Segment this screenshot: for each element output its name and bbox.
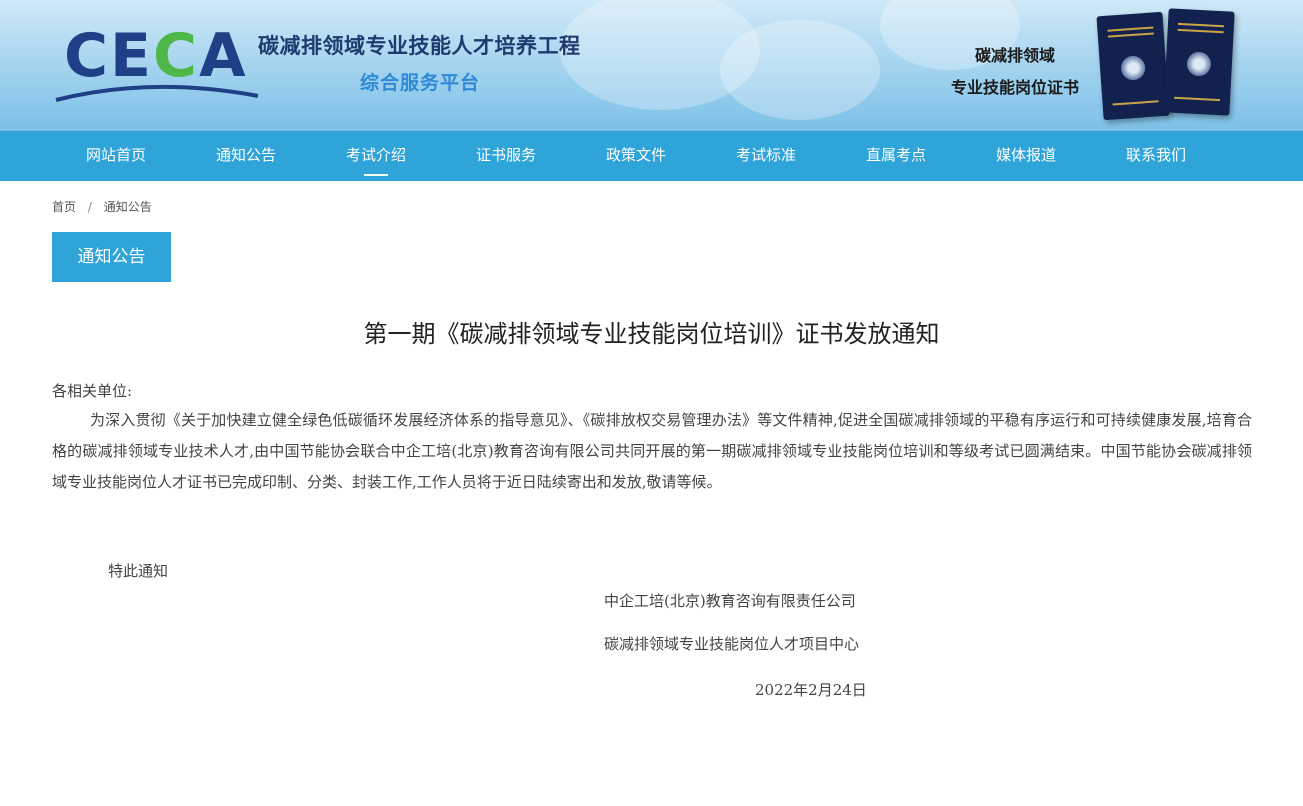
certificate-label-line2: 专业技能岗位证书 (950, 78, 1079, 97)
article-body: 为深入贯彻《关于加快建立健全绿色低碳循环发展经济体系的指导意见》、《碳排放权交易… (52, 411, 1252, 491)
nav-item-exam-standards[interactable]: 考试标准 (711, 131, 821, 181)
certificate-label-line1: 碳减排领域 (974, 46, 1055, 65)
certificate-books-image (1096, 8, 1240, 122)
certificate-book (1096, 11, 1170, 121)
seal-icon (1120, 55, 1146, 81)
site-banner: CECA 碳减排领域专业技能人才培养工程 综合服务平台 碳减排领域 专业技能岗位… (0, 0, 1303, 131)
nav-item-test-centers[interactable]: 直属考点 (841, 131, 951, 181)
nav-item-contact-us[interactable]: 联系我们 (1101, 131, 1211, 181)
breadcrumb-separator: / (87, 200, 92, 214)
breadcrumb-current[interactable]: 通知公告 (104, 200, 152, 214)
nav-item-exam-intro[interactable]: 考试介绍 (321, 131, 431, 181)
nav-item-media-reports[interactable]: 媒体报道 (971, 131, 1081, 181)
project-subtitle: 综合服务平台 (360, 72, 481, 94)
project-title: 碳减排领域专业技能人才培养工程 (258, 34, 581, 58)
article-closing: 特此通知 (108, 562, 169, 580)
article-signatory-center: 碳减排领域专业技能岗位人才项目中心 (604, 635, 860, 653)
article-signatory-company: 中企工培(北京)教育咨询有限责任公司 (604, 592, 856, 610)
seal-icon (1186, 51, 1212, 77)
article-salutation: 各相关单位: (52, 382, 133, 400)
nav-item-home[interactable]: 网站首页 (61, 131, 171, 181)
section-tab-notices[interactable]: 通知公告 (52, 232, 171, 282)
nav-item-notices[interactable]: 通知公告 (191, 131, 301, 181)
breadcrumb: 首页 / 通知公告 (52, 198, 160, 215)
nav-item-policy-documents[interactable]: 政策文件 (581, 131, 691, 181)
logo-swoosh-icon (55, 84, 259, 102)
certificate-book (1163, 8, 1235, 116)
world-map-decoration (720, 20, 880, 120)
breadcrumb-home[interactable]: 首页 (52, 200, 76, 214)
nav-active-indicator (364, 174, 388, 176)
article-date: 2022年2月24日 (755, 681, 867, 699)
main-nav: 网站首页 通知公告 考试介绍 证书服务 政策文件 考试标准 直属考点 媒体报道 … (0, 131, 1303, 181)
nav-item-certificate-service[interactable]: 证书服务 (451, 131, 561, 181)
ceca-logo[interactable]: CECA (52, 18, 262, 104)
article-title: 第一期《碳减排领域专业技能岗位培训》证书发放通知 (363, 320, 940, 348)
certificate-label: 碳减排领域 专业技能岗位证书 (935, 40, 1095, 104)
